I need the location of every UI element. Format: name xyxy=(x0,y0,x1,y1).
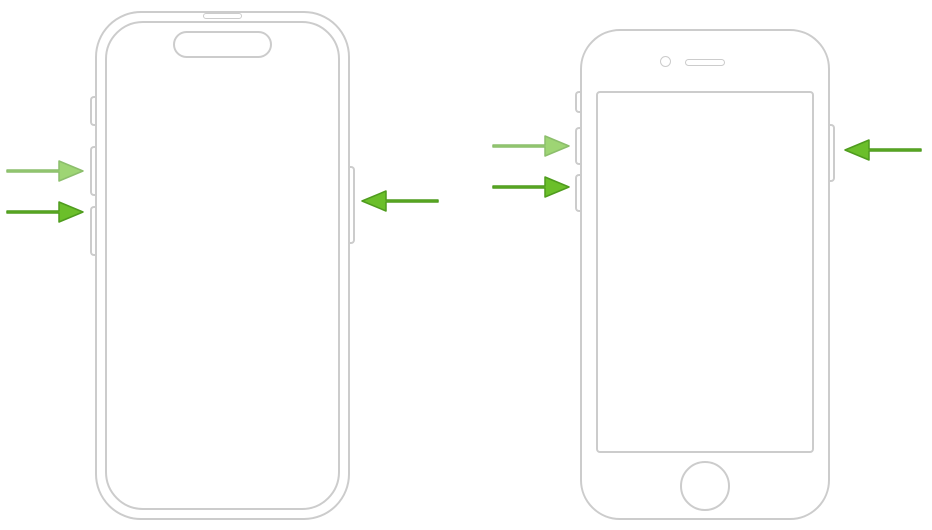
volume-down-button xyxy=(90,206,95,256)
volume-down-button xyxy=(575,174,580,212)
volume-up-button xyxy=(575,127,580,165)
mute-switch xyxy=(575,91,580,113)
speaker-slot xyxy=(685,59,725,66)
speaker-slot xyxy=(203,13,242,19)
phone-screen xyxy=(105,21,340,510)
home-button xyxy=(680,461,730,511)
arrow-volume-up-icon xyxy=(5,155,85,185)
arrow-volume-up-icon xyxy=(491,130,571,160)
side-button xyxy=(350,166,355,244)
arrow-side-button-icon xyxy=(843,134,923,164)
front-camera xyxy=(660,56,671,67)
arrow-volume-down-icon xyxy=(491,171,571,201)
diagram-canvas xyxy=(0,0,932,530)
side-button xyxy=(830,124,835,182)
mute-switch xyxy=(90,96,95,126)
iphone-home-button xyxy=(580,29,830,520)
volume-up-button xyxy=(90,146,95,196)
dynamic-island xyxy=(173,31,272,58)
iphone-face-id xyxy=(95,11,350,520)
phone-screen xyxy=(596,91,814,453)
arrow-side-button-icon xyxy=(360,185,440,215)
arrow-volume-down-icon xyxy=(5,196,85,226)
